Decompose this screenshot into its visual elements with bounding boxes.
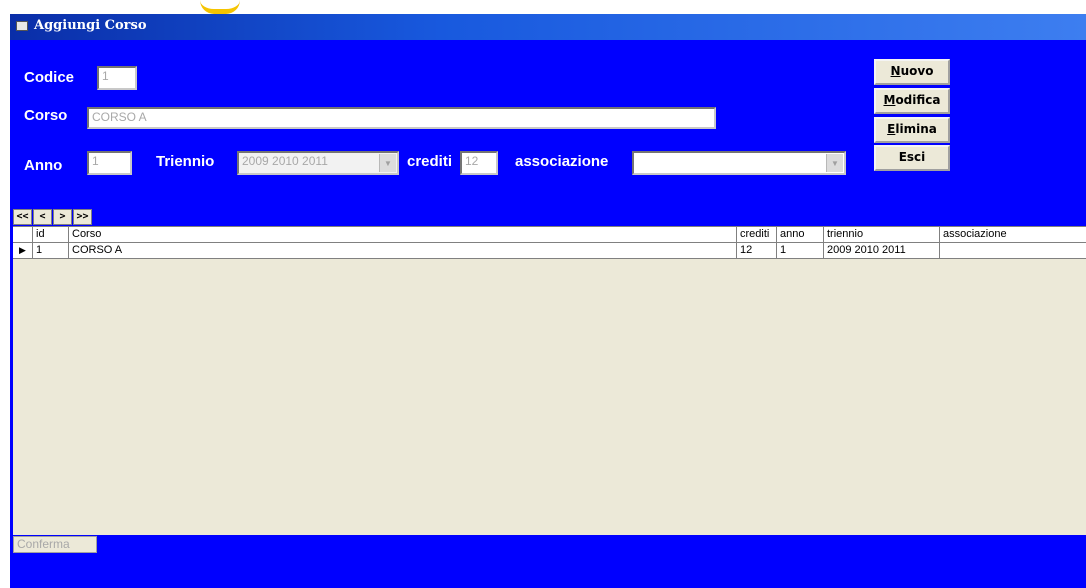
title-bar[interactable]: Aggiungi Corso: [10, 14, 1086, 40]
next-record-button[interactable]: >: [53, 209, 72, 225]
modifica-button[interactable]: Modifica: [874, 88, 950, 114]
chevron-down-icon[interactable]: ▼: [826, 154, 843, 172]
crediti-field[interactable]: 12: [460, 151, 498, 175]
current-row-arrow-icon: ▶: [13, 243, 33, 258]
table-row[interactable]: ▶ 1 CORSO A 12 1 2009 2010 2011: [13, 243, 1086, 259]
window-title: Aggiungi Corso: [34, 18, 147, 33]
column-header-corso[interactable]: Corso: [69, 227, 737, 242]
column-header-crediti[interactable]: crediti: [737, 227, 777, 242]
form-icon: [16, 21, 28, 31]
corso-label: Corso: [24, 107, 68, 124]
data-grid[interactable]: id Corso crediti anno triennio associazi…: [13, 226, 1086, 535]
column-header-anno[interactable]: anno: [777, 227, 824, 242]
corso-field[interactable]: CORSO A: [87, 107, 716, 129]
grid-header-row: id Corso crediti anno triennio associazi…: [13, 227, 1086, 243]
cell-associazione[interactable]: [940, 243, 1086, 258]
record-navigator: << < > >>: [13, 209, 93, 225]
triennio-label: Triennio: [156, 153, 215, 170]
cell-corso[interactable]: CORSO A: [69, 243, 737, 258]
cell-anno[interactable]: 1: [777, 243, 824, 258]
modifica-accelerator: M: [883, 93, 896, 107]
aggiungi-corso-window: Aggiungi Corso Codice 1 Corso CORSO A An…: [10, 14, 1086, 588]
elimina-button[interactable]: Elimina: [874, 117, 950, 143]
nuovo-accelerator: N: [890, 64, 901, 78]
triennio-select[interactable]: 2009 2010 2011 ▼: [237, 151, 399, 175]
nuovo-button[interactable]: Nuovo: [874, 59, 950, 85]
first-record-button[interactable]: <<: [13, 209, 32, 225]
crediti-label: crediti: [407, 153, 453, 170]
last-record-button[interactable]: >>: [73, 209, 92, 225]
anno-field[interactable]: 1: [87, 151, 132, 175]
cell-triennio[interactable]: 2009 2010 2011: [824, 243, 940, 258]
cell-id[interactable]: 1: [33, 243, 69, 258]
column-header-associazione[interactable]: associazione: [940, 227, 1086, 242]
column-header-triennio[interactable]: triennio: [824, 227, 940, 242]
background-decoration: [200, 0, 240, 14]
esci-button[interactable]: Esci: [874, 145, 950, 171]
anno-label: Anno: [24, 157, 63, 174]
triennio-value: 2009 2010 2011: [242, 154, 328, 168]
elimina-label: limina: [895, 122, 937, 136]
prev-record-button[interactable]: <: [33, 209, 52, 225]
row-selector-header: [13, 227, 33, 242]
chevron-down-icon[interactable]: ▼: [379, 154, 396, 172]
associazione-select[interactable]: ▼: [632, 151, 846, 175]
codice-field[interactable]: 1: [97, 66, 137, 90]
associazione-label: associazione: [515, 153, 609, 170]
codice-label: Codice: [24, 69, 75, 86]
nuovo-label: uovo: [900, 64, 934, 78]
conferma-button[interactable]: Conferma: [13, 536, 97, 553]
cell-crediti[interactable]: 12: [737, 243, 777, 258]
modifica-label: odifica: [895, 93, 941, 107]
column-header-id[interactable]: id: [33, 227, 69, 242]
